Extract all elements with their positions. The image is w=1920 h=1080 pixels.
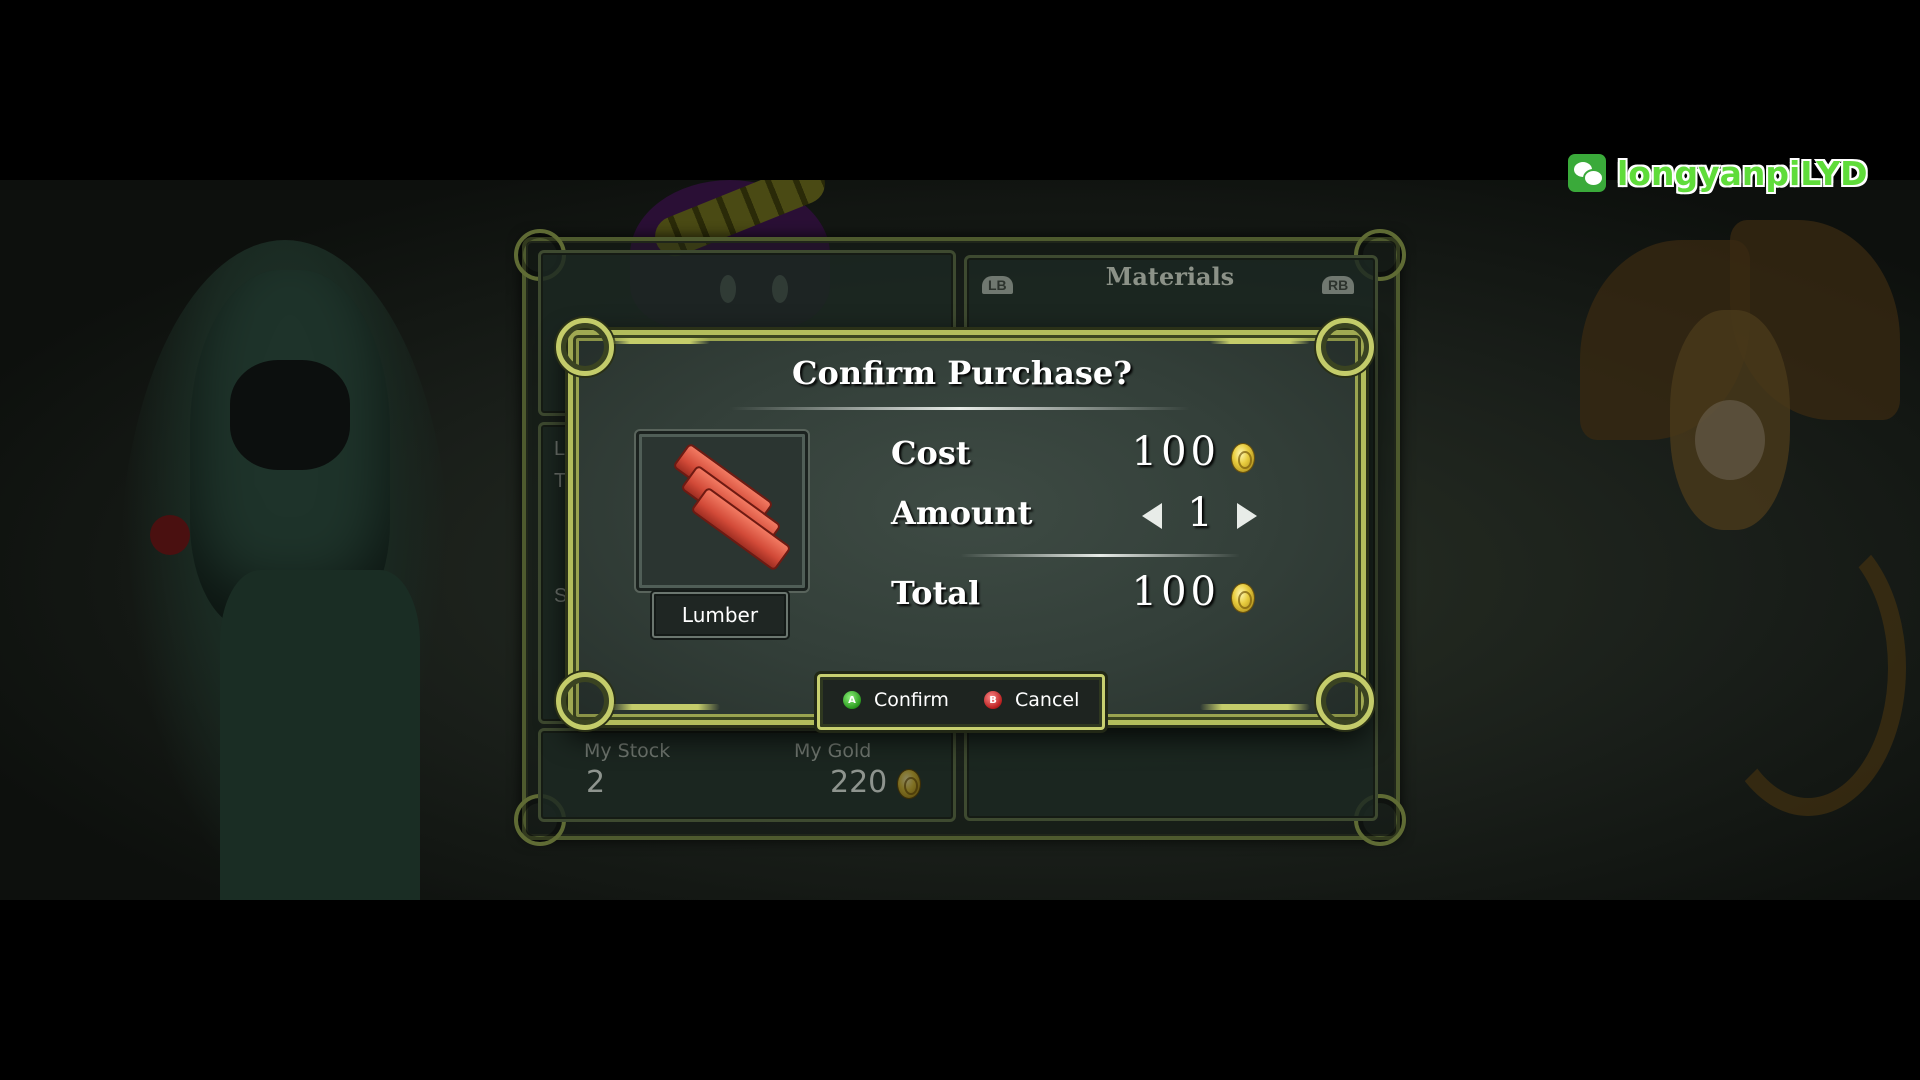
faded-text: S [554,585,568,607]
confirm-label: Confirm [874,689,949,711]
bat-creature-figure [1580,220,1906,816]
b-button-icon: B [984,691,1002,709]
my-stock-label: My Stock [584,740,671,762]
faded-text: T [554,470,567,492]
title-divider [730,407,1190,410]
decrease-amount-arrow-icon[interactable] [1142,503,1162,529]
gold-coin-icon [1232,584,1254,612]
lumber-icon [665,442,792,572]
amount-label: Amount [891,494,1033,532]
creature-tail [1710,520,1906,816]
amount-value: 1 [1187,490,1213,536]
dialog-corner-ornament [556,672,614,730]
watermark: longyanpiLYD [1568,153,1867,193]
lb-shoulder-button[interactable]: LB [982,276,1013,294]
category-title: Materials [1105,262,1235,291]
item-name: Lumber [652,592,788,638]
total-label: Total [891,574,981,612]
dialog-vine-ornament [1210,338,1310,344]
apple-icon [150,515,190,555]
gold-coin-icon [1232,444,1254,472]
faded-text: L [554,438,566,460]
dialog-vine-ornament [610,704,720,710]
dialog-vine-ornament [610,338,710,344]
gold-coin-icon [898,770,920,798]
watermark-text: longyanpiLYD [1617,153,1868,193]
cost-value: 100 [1131,429,1220,475]
rb-shoulder-button[interactable]: RB [1322,276,1355,294]
confirm-button[interactable]: A Confirm [843,685,949,715]
cancel-label: Cancel [1015,689,1080,711]
my-gold-value: 220 [830,765,888,800]
hooded-merchant-figure [120,240,450,900]
wechat-icon [1568,154,1606,192]
wechat-bubble [1583,169,1604,187]
dialog-vine-ornament [1200,704,1310,710]
merchant-face [230,360,350,470]
game-screen: Materials LB RB L T S My Stock 2 My Gold… [0,0,1920,1080]
item-icon-frame [636,431,808,591]
cost-label: Cost [891,434,971,472]
my-stock-value: 2 [586,765,606,800]
increase-amount-arrow-icon[interactable] [1237,503,1257,529]
creature-belly [1695,400,1765,480]
total-divider [960,554,1240,557]
dialog-title: Confirm Purchase? [792,354,1132,392]
merchant-robe [220,570,420,900]
a-button-icon: A [843,691,861,709]
my-gold-label: My Gold [794,740,872,762]
cancel-button[interactable]: B Cancel [984,685,1079,715]
button-prompt-bar: A Confirm B Cancel [817,674,1105,730]
dialog-corner-ornament [1316,672,1374,730]
total-value: 100 [1131,569,1220,615]
